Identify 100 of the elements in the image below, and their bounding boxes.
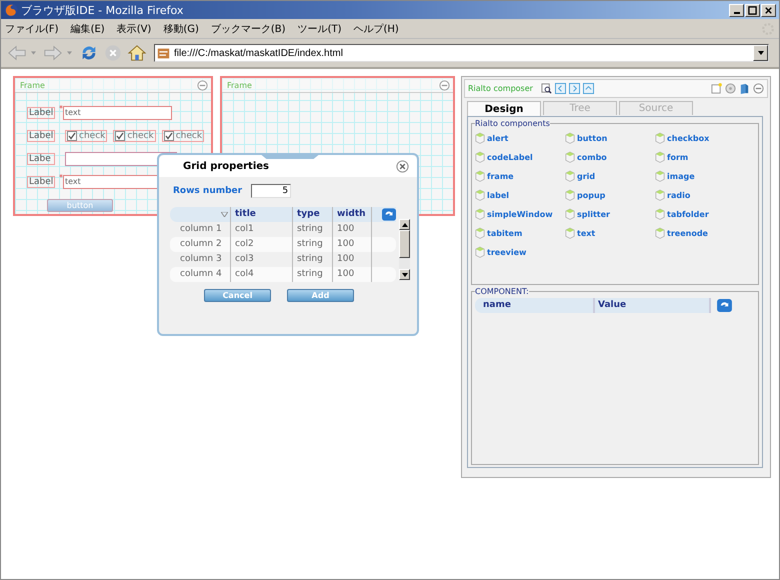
cube-icon [565,151,575,163]
cube-icon [655,170,665,182]
component-item[interactable]: text [565,225,655,241]
maximize-button[interactable] [745,4,760,16]
table-cell: 100 [333,267,372,282]
collapse-icon[interactable] [439,80,450,90]
table-cell: string [293,237,333,252]
caret-icon[interactable] [67,51,72,55]
check-icon [68,132,76,140]
component-item[interactable]: frame [475,168,565,184]
back-icon[interactable] [7,44,27,62]
close-icon[interactable] [396,160,409,172]
address-field[interactable]: file:///C:/maskat/maskatIDE/index.html [154,44,769,62]
table-cell: column 2 [170,237,231,252]
maximize-icon [748,6,757,14]
label-widget: Label [27,176,55,188]
table-cell: col2 [231,237,293,252]
component-item[interactable]: popup [565,187,655,203]
cube-icon [565,227,575,239]
rows-number-field[interactable]: 5 [251,184,292,198]
menu-item[interactable]: ツール(T) [298,22,342,36]
component-item[interactable]: codeLabel [475,149,565,165]
cube-icon [475,208,485,220]
component-item[interactable]: combo [565,149,655,165]
sort-icon[interactable] [221,212,228,217]
column-header: title [231,207,293,222]
group-title: Rialto components [475,119,550,128]
text-widget: text [63,106,172,120]
disc-icon[interactable] [725,83,736,94]
cube-icon [475,170,485,182]
checkbox-widget: check [113,130,156,142]
caret-icon[interactable] [31,51,36,55]
forward-icon[interactable] [43,44,63,62]
component-item[interactable]: form [655,149,745,165]
scroll-up-button[interactable] [399,219,410,230]
table-cell: col4 [231,267,293,282]
component-item[interactable]: label [475,187,565,203]
component-item[interactable]: simpleWindow [475,206,565,222]
refresh-icon[interactable] [717,299,732,312]
table-cell: column 4 [170,267,231,282]
table-row[interactable]: column 2 col2 string 100 [170,237,396,252]
field-label: Rows number [173,186,242,196]
cube-icon [655,151,665,163]
frame-title: Frame [227,80,252,90]
column-header: name [475,298,595,313]
refresh-icon[interactable] [382,208,396,221]
up-arrow-icon [402,222,408,226]
component-item[interactable]: alert [475,130,565,146]
table-cell: string [293,267,333,282]
cube-icon [475,132,485,144]
menu-item[interactable]: 編集(E) [70,22,105,36]
menu-item[interactable]: 移動(G) [163,22,199,36]
component-item[interactable]: checkbox [655,130,745,146]
cube-icon [565,170,575,182]
table-cell: 100 [333,237,372,252]
cube-icon [475,227,485,239]
minimize-icon [734,12,740,14]
window-title: ブラウザ版IDE - Mozilla Firefox [21,2,184,18]
label-widget: Label [27,130,55,142]
label-widget: Label [27,106,55,118]
home-icon[interactable] [127,44,147,62]
component-item[interactable]: splitter [565,206,655,222]
right-icon[interactable] [568,83,580,94]
component-item[interactable]: grid [565,168,655,184]
new-file-icon[interactable] [711,83,722,94]
close-icon [764,6,773,14]
cube-icon [655,189,665,201]
cube-icon [565,189,575,201]
minimize-button[interactable] [729,4,744,16]
menu-item[interactable]: ブックマーク(B) [210,22,286,36]
cube-icon [565,208,575,220]
dropdown-button[interactable] [753,45,768,61]
tab[interactable]: Design [467,101,541,116]
column-header: type [293,207,333,222]
scroll-down-button[interactable] [399,269,410,280]
label-widget: Labe [27,152,55,164]
cube-icon [475,189,485,201]
caret-icon [758,51,764,55]
collapse-icon[interactable] [197,80,208,90]
component-item[interactable]: tabfolder [655,206,745,222]
scroll-thumb[interactable] [399,230,410,258]
component-item[interactable]: treenode [655,225,745,241]
scrollbar[interactable] [399,219,410,280]
component-item[interactable]: radio [655,187,745,203]
menu-item[interactable]: 表示(V) [116,22,152,36]
collapse-icon[interactable] [753,83,764,94]
cube-icon [475,151,485,163]
component-item[interactable]: tabitem [475,225,565,241]
close-button[interactable] [761,4,776,16]
menu-item[interactable]: ファイル(F) [5,22,59,36]
up-icon[interactable] [582,83,594,94]
table-row[interactable]: column 4 col4 string 100 [170,267,396,282]
cube-icon [475,246,485,258]
book-icon[interactable] [739,83,750,94]
component-item[interactable]: treeview [475,244,565,260]
frame-title: Frame [20,80,45,90]
component-item[interactable]: image [655,168,745,184]
component-item[interactable]: button [565,130,655,146]
zoom-icon[interactable] [540,83,552,94]
menu-item[interactable]: ヘルプ(H) [354,22,399,36]
